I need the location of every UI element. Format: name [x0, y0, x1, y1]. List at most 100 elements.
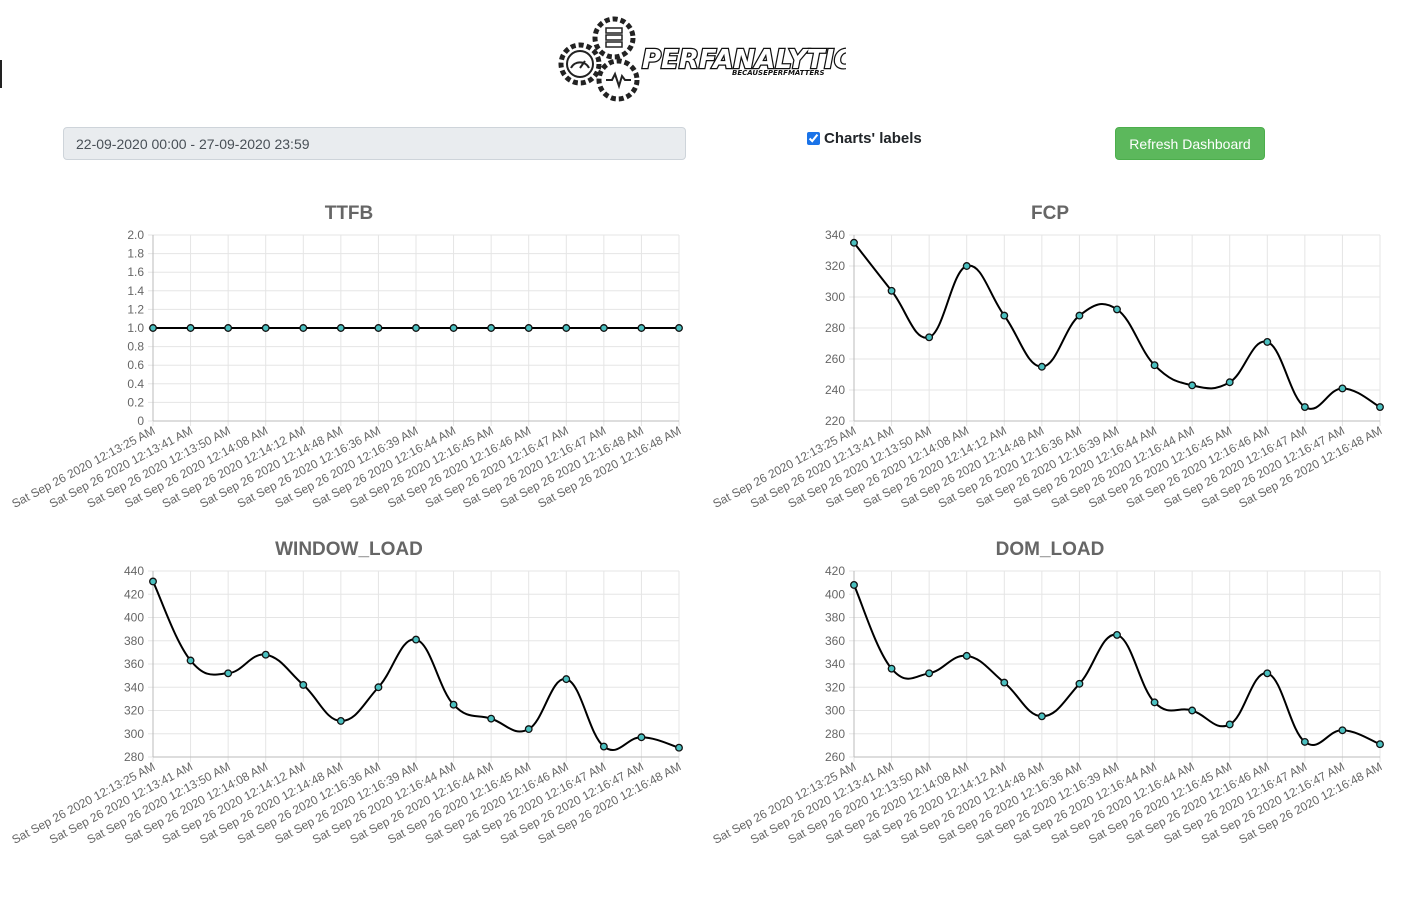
dom-load-data-point[interactable] — [1188, 706, 1197, 715]
dom-load-data-point[interactable] — [1000, 678, 1009, 687]
window-load-data-point[interactable] — [487, 714, 496, 723]
dom-load-y-tick-label: 300 — [825, 704, 845, 718]
fcp-data-point[interactable] — [962, 262, 971, 270]
window-load-data-point[interactable] — [599, 742, 608, 751]
dom-load-y-tick-label: 380 — [825, 611, 845, 625]
fcp-data-point[interactable] — [1338, 384, 1347, 393]
ttfb-y-tick-label: 0.4 — [127, 377, 144, 391]
ttfb-data-point[interactable] — [637, 324, 646, 332]
dom-load-y-tick-label: 280 — [825, 727, 845, 741]
ttfb-data-point[interactable] — [299, 324, 308, 332]
fcp-data-point[interactable] — [1376, 403, 1384, 411]
fcp-data-point[interactable] — [1037, 362, 1046, 371]
dom-load-y-tick-label: 340 — [825, 657, 845, 671]
window-load-data-point[interactable] — [224, 669, 233, 678]
ttfb-y-tick-label: 0.2 — [127, 395, 144, 409]
logo-tagline: BECAUSEPERFMATTERS — [732, 69, 825, 77]
window-load-data-point[interactable] — [562, 675, 571, 684]
ttfb-y-tick-label: 2.0 — [127, 228, 144, 242]
window-load-chart: WINDOW_LOAD 280 300 320 340 360 380 400 420 440 Sa… — [0, 531, 701, 871]
dom-load-y-tick-label: 320 — [825, 680, 845, 694]
ttfb-data-point[interactable] — [562, 324, 571, 332]
fcp-chart-svg: FCP220240260280300320340Sat Sep 26 2020 … — [710, 203, 1384, 511]
window-load-y-tick-label: 400 — [124, 611, 144, 625]
dom-load-data-point[interactable] — [1075, 679, 1084, 688]
window-load-data-point[interactable] — [186, 656, 195, 665]
dom-load-data-point[interactable] — [962, 651, 971, 660]
dom-load-data-point[interactable] — [887, 664, 896, 673]
perfanalytics-logo: PERFANALYTICS BECAUSEPERFMATTERS — [556, 14, 846, 104]
ttfb-data-point[interactable] — [261, 324, 270, 332]
ttfb-chart-title: TTFB — [325, 203, 374, 224]
dom-load-y-tick-label: 420 — [825, 564, 845, 578]
dom-load-data-point[interactable] — [1338, 726, 1347, 735]
ttfb-data-point[interactable] — [336, 324, 345, 332]
fcp-data-point[interactable] — [1225, 378, 1234, 387]
ttfb-y-tick-label: 0.6 — [127, 358, 144, 372]
ttfb-data-point[interactable] — [449, 324, 458, 332]
ttfb-data-point[interactable] — [186, 324, 195, 332]
ttfb-data-point[interactable] — [599, 324, 608, 332]
dom-load-data-point[interactable] — [1263, 669, 1272, 678]
dom-load-data-point[interactable] — [1300, 737, 1309, 746]
fcp-y-tick-label: 240 — [825, 383, 845, 397]
window-load-data-point[interactable] — [374, 683, 383, 692]
fcp-data-point[interactable] — [1113, 305, 1121, 314]
window-load-y-tick-label: 440 — [124, 564, 144, 578]
window-load-data-point[interactable] — [336, 717, 345, 725]
window-load-data-point[interactable] — [299, 680, 308, 689]
dom-load-data-point[interactable] — [925, 669, 934, 678]
dom-load-gridlines — [849, 570, 1381, 762]
fcp-y-tick-label: 280 — [825, 321, 845, 335]
fcp-data-point[interactable] — [850, 238, 858, 247]
dom-load-data-point[interactable] — [1113, 630, 1121, 639]
dom-load-chart: DOM_LOAD 260 280 300 320 340 360 380 400 420 Sat S… — [701, 531, 1402, 871]
ttfb-data-point[interactable] — [374, 324, 383, 332]
window-load-data-point[interactable] — [637, 733, 646, 742]
ttfb-data-point[interactable] — [412, 324, 420, 332]
charts-labels-checkbox[interactable] — [807, 132, 820, 145]
window-load-chart-svg: WINDOW_LOAD280300320340360380400420440Sa… — [9, 539, 683, 847]
fcp-y-tick-label: 300 — [825, 290, 845, 304]
server-gear-icon — [592, 16, 636, 60]
dom-load-data-point[interactable] — [1225, 720, 1234, 729]
fcp-data-point[interactable] — [1300, 403, 1309, 411]
window-load-y-tick-label: 300 — [124, 727, 144, 741]
window-load-data-point[interactable] — [261, 650, 270, 659]
window-load-y-tick-label: 320 — [124, 704, 144, 718]
fcp-gridlines — [849, 234, 1381, 426]
ttfb-chart: TTFB 0 0.2 0.4 0.6 0.8 1.0 1.2 1.4 1.6 1.8 2.0 Sat S… — [0, 195, 701, 535]
fcp-data-point[interactable] — [887, 286, 896, 295]
dom-load-data-point[interactable] — [850, 581, 858, 589]
gear-icon — [558, 42, 602, 86]
charts-labels-toggle[interactable]: Charts' labels — [807, 130, 922, 147]
fcp-data-point[interactable] — [1263, 337, 1272, 346]
ttfb-data-point[interactable] — [675, 324, 683, 332]
fcp-data-point[interactable] — [1000, 311, 1009, 320]
window-load-data-point[interactable] — [149, 577, 157, 586]
window-load-y-tick-label: 340 — [124, 680, 144, 694]
window-load-data-point[interactable] — [524, 725, 533, 734]
dom-load-data-point[interactable] — [1376, 740, 1384, 749]
ttfb-data-point[interactable] — [487, 324, 496, 332]
fcp-data-point[interactable] — [1150, 361, 1159, 370]
dom-load-data-point[interactable] — [1150, 698, 1159, 707]
date-range-input[interactable] — [63, 127, 686, 160]
ttfb-y-tick-label: 1.0 — [127, 321, 144, 335]
dom-load-chart-title: DOM_LOAD — [996, 539, 1105, 560]
fcp-data-point[interactable] — [1075, 311, 1084, 320]
ttfb-data-point[interactable] — [149, 324, 157, 332]
ttfb-data-point[interactable] — [524, 324, 533, 332]
window-load-data-point[interactable] — [449, 700, 458, 709]
charts-labels-label: Charts' labels — [824, 130, 922, 147]
ttfb-y-tick-label: 1.2 — [127, 302, 144, 316]
dom-load-data-point[interactable] — [1037, 712, 1046, 721]
ttfb-y-tick-label: 0 — [137, 414, 144, 428]
fcp-data-point[interactable] — [1188, 381, 1197, 390]
fcp-data-point[interactable] — [925, 333, 934, 342]
window-load-data-point[interactable] — [675, 743, 683, 752]
fcp-y-tick-label: 320 — [825, 259, 845, 273]
refresh-dashboard-button[interactable]: Refresh Dashboard — [1115, 127, 1265, 160]
window-load-data-point[interactable] — [412, 635, 420, 644]
ttfb-data-point[interactable] — [224, 324, 233, 332]
